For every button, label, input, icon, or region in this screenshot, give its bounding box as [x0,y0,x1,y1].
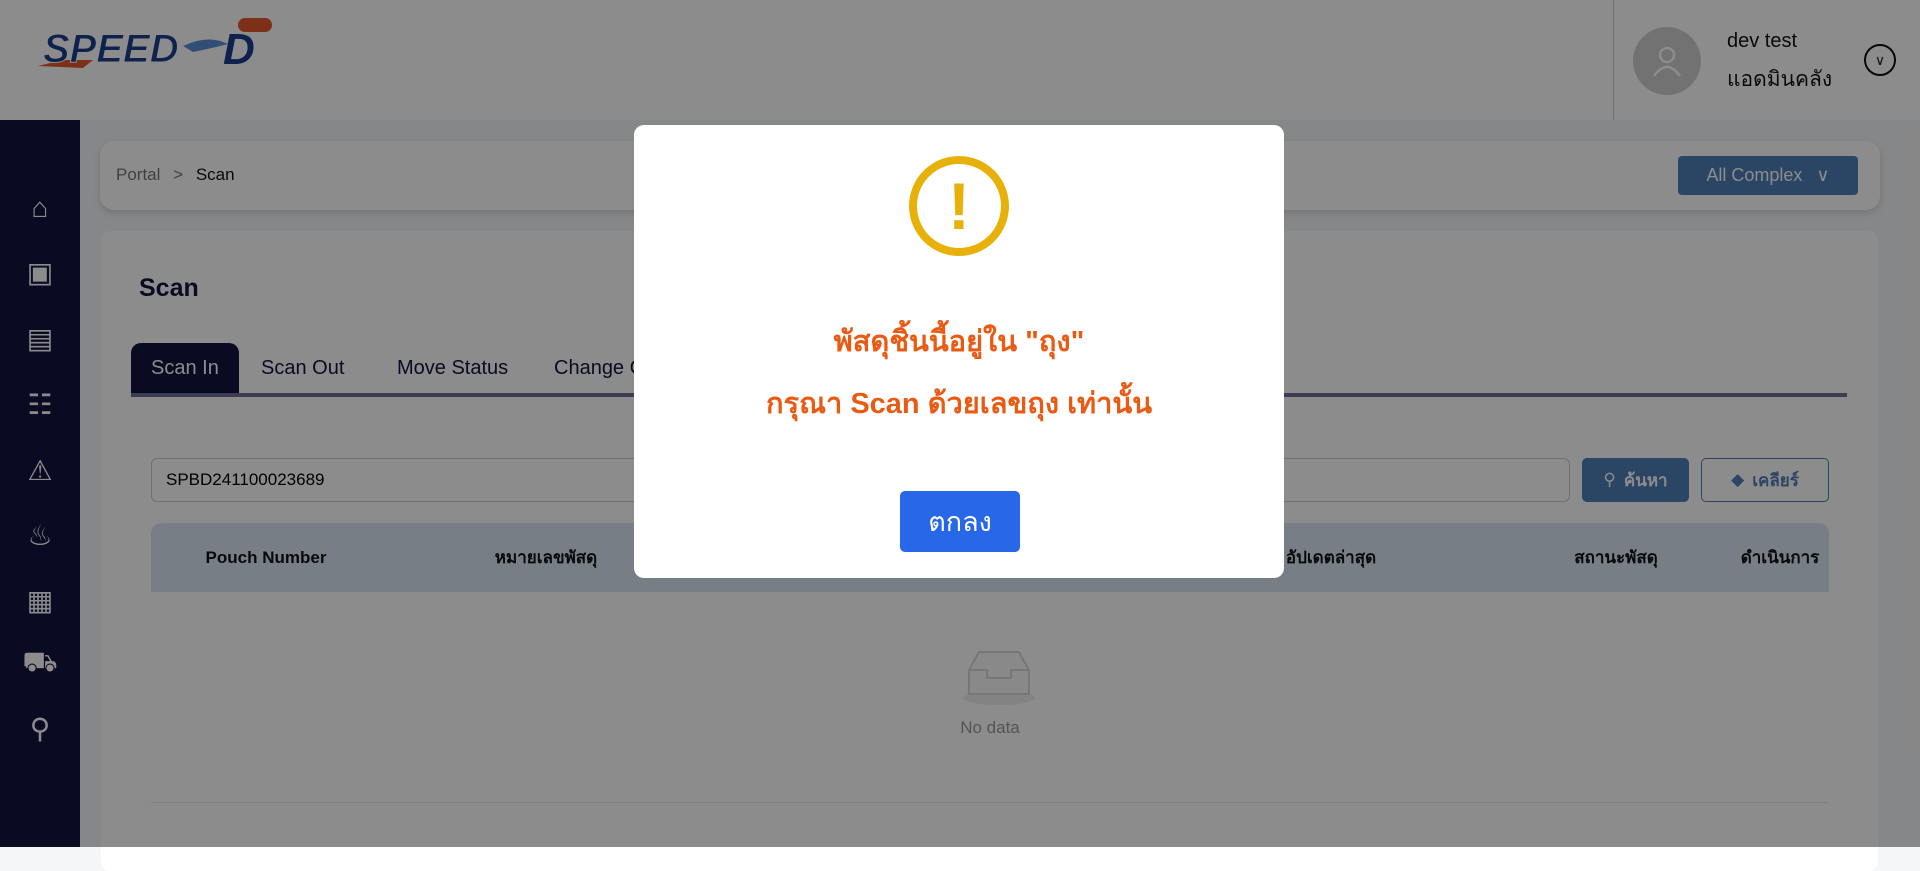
warning-icon: ! [909,156,1009,256]
alert-dialog: ! พัสดุชิ้นนี้อยู่ใน "ถุง" กรุณา Scan ด้… [634,125,1284,578]
dialog-message-line1: พัสดุชิ้นนี้อยู่ใน "ถุง" [833,326,1085,358]
ok-button[interactable]: ตกลง [900,491,1020,552]
dialog-message-line2: กรุณา Scan ด้วยเลขถุง เท่านั้น [765,388,1153,420]
